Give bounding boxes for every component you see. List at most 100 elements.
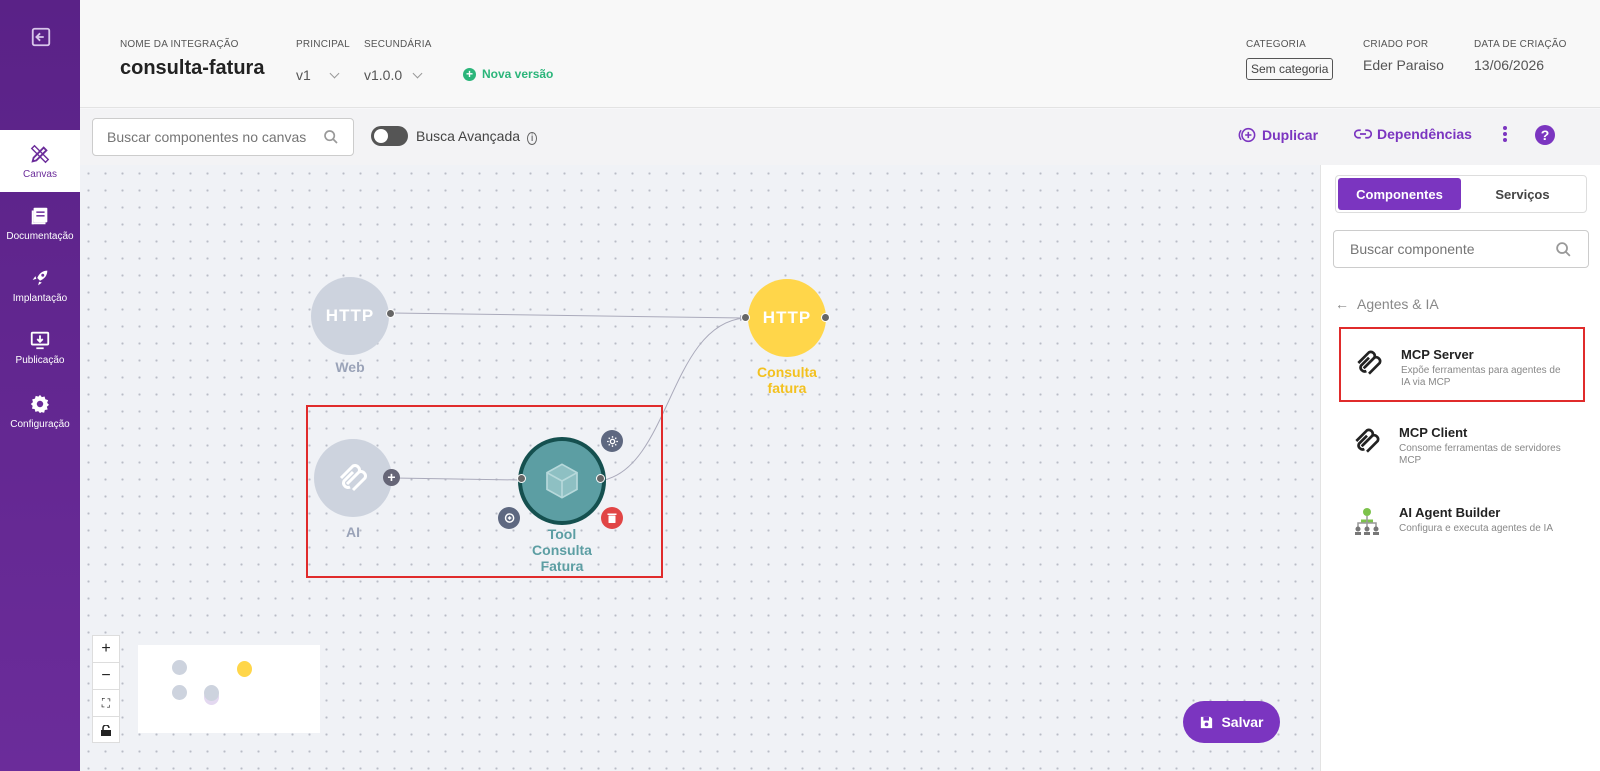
sidebar-item-canvas[interactable]: Canvas <box>0 130 80 192</box>
component-desc: Consome ferramentas de servidores MCP <box>1399 443 1561 466</box>
duplicate-label: Duplicar <box>1262 127 1319 143</box>
chevron-down-icon <box>329 68 340 79</box>
fit-view-icon[interactable]: ⛶ <box>93 690 119 717</box>
input-port[interactable] <box>517 474 526 483</box>
new-version-label: Nova versão <box>482 67 554 81</box>
header: NOME DA INTEGRAÇÃO consulta-fatura PRINC… <box>80 0 1600 108</box>
created-by-value: Eder Paraiso <box>1363 57 1444 73</box>
duplicate-icon <box>1238 127 1256 143</box>
rocket-icon <box>32 270 48 285</box>
principal-value: v1 <box>296 67 311 83</box>
toolbar: Busca Avançada i Duplicar Dependências ? <box>80 109 1600 165</box>
output-port[interactable] <box>386 309 395 318</box>
node-consulta-fatura[interactable]: HTTP <box>748 279 826 357</box>
advanced-search-label: Busca Avançada i <box>416 128 538 145</box>
lock-icon[interactable] <box>93 717 119 744</box>
canvas-search[interactable] <box>92 118 354 156</box>
zoom-in-icon[interactable]: + <box>93 636 119 663</box>
component-mcp-client[interactable]: MCP Client Consome ferramentas de servid… <box>1339 407 1585 482</box>
dependencies-button[interactable]: Dependências <box>1354 126 1472 142</box>
more-menu-icon[interactable] <box>1503 126 1507 142</box>
output-port[interactable] <box>821 313 830 322</box>
new-version-button[interactable]: + Nova versão <box>463 67 553 81</box>
node-consulta-label-line1: Consulta <box>757 364 817 380</box>
component-search-input[interactable] <box>1350 241 1540 257</box>
node-consulta-label-line2: fatura <box>767 380 807 396</box>
component-title: MCP Client <box>1399 425 1468 440</box>
component-ai-agent-builder[interactable]: AI Agent Builder Configura e executa age… <box>1339 487 1585 562</box>
minimap-node <box>172 685 187 700</box>
canvas-search-input[interactable] <box>107 129 317 145</box>
plus-icon: + <box>463 67 476 81</box>
node-tool-label: Tool Consulta Fatura <box>522 526 602 574</box>
gear-icon <box>30 394 49 413</box>
principal-label: PRINCIPAL <box>296 39 350 50</box>
duplicate-icon <box>504 513 515 523</box>
save-button[interactable]: Salvar <box>1183 701 1280 743</box>
sidebar-item-label: Documentação <box>6 230 74 242</box>
category-label: CATEGORIA <box>1246 39 1306 50</box>
sidebar-item-implantacao[interactable]: Implantação <box>0 254 80 316</box>
node-ai[interactable] <box>314 439 392 517</box>
arrow-left-icon: ← <box>1335 296 1349 312</box>
node-web-label: Web <box>335 359 365 375</box>
node-duplicate-button[interactable] <box>498 507 520 529</box>
zoom-controls: + − ⛶ <box>92 635 120 743</box>
sidebar-item-publicacao[interactable]: Publicação <box>0 316 80 378</box>
created-date-label: DATA DE CRIAÇÃO <box>1474 39 1567 50</box>
mcp-icon <box>339 464 367 492</box>
component-desc: Expõe ferramentas para agentes de IA via… <box>1401 365 1561 388</box>
save-icon <box>1201 716 1213 728</box>
info-icon[interactable]: i <box>526 132 538 145</box>
minimap-node <box>237 661 252 677</box>
node-tool-consulta-fatura[interactable] <box>518 437 606 525</box>
node-tool-label-line2: Consulta <box>532 542 592 558</box>
sidebar-item-documentacao[interactable]: Documentação <box>0 192 80 254</box>
save-label: Salvar <box>1221 714 1264 730</box>
node-web[interactable]: HTTP <box>311 277 389 355</box>
tab-componentes[interactable]: Componentes <box>1338 178 1461 210</box>
minimap-node <box>204 685 219 701</box>
mcp-icon <box>1357 350 1382 375</box>
http-icon: HTTP <box>762 308 812 327</box>
advanced-search-toggle[interactable] <box>371 126 408 146</box>
gear-icon <box>606 435 618 447</box>
node-settings-button[interactable] <box>601 430 623 452</box>
secondary-select[interactable]: v1.0.0 <box>364 67 423 83</box>
component-mcp-server[interactable]: MCP Server Expõe ferramentas para agente… <box>1339 327 1585 402</box>
trash-icon <box>607 513 617 523</box>
minimap-node <box>172 660 187 675</box>
sidebar-item-configuracao[interactable]: Configuração <box>0 380 80 442</box>
node-tool-label-line1: Tool <box>547 526 577 542</box>
secondary-value: v1.0.0 <box>364 67 403 83</box>
link-icon <box>1354 129 1372 139</box>
component-title: MCP Server <box>1401 347 1474 362</box>
category-badge[interactable]: Sem categoria <box>1246 58 1334 80</box>
advanced-search-text: Busca Avançada <box>416 128 521 144</box>
component-search[interactable] <box>1333 230 1589 268</box>
node-delete-button[interactable] <box>601 507 623 529</box>
add-connection-icon[interactable]: + <box>383 469 400 486</box>
created-by-label: CRIADO POR <box>1363 39 1429 50</box>
principal-select[interactable]: v1 <box>296 67 340 83</box>
zoom-out-icon[interactable]: − <box>93 663 119 690</box>
canvas[interactable]: HTTP Web HTTP Consulta fatura + AI Tool … <box>80 165 1320 771</box>
output-port[interactable] <box>596 474 605 483</box>
node-ai-label: AI <box>346 524 360 540</box>
input-port[interactable] <box>741 313 750 322</box>
sidebar-item-label: Configuração <box>10 418 70 430</box>
book-icon <box>31 207 48 224</box>
sidebar-item-label: Publicação <box>15 354 65 366</box>
search-icon <box>1556 241 1571 257</box>
category-back-button[interactable]: ← Agentes & IA <box>1335 296 1439 312</box>
minimap[interactable] <box>138 645 320 733</box>
publish-icon <box>30 331 50 349</box>
duplicate-button[interactable]: Duplicar <box>1238 126 1318 144</box>
component-title: AI Agent Builder <box>1399 505 1501 520</box>
exit-icon[interactable] <box>30 26 52 48</box>
agent-network-icon <box>1355 508 1379 535</box>
mcp-icon <box>1355 428 1380 453</box>
sidebar-item-label: Canvas <box>23 168 57 180</box>
tab-servicos[interactable]: Serviços <box>1461 178 1584 210</box>
help-icon[interactable]: ? <box>1535 125 1555 145</box>
